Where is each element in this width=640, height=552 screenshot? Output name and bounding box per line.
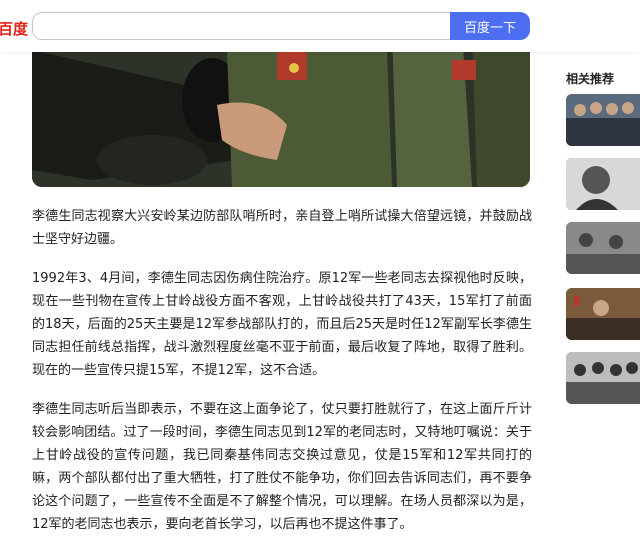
related-thumb[interactable]: [566, 158, 640, 210]
article-paragraph: 李德生同志视察大兴安岭某边防部队哨所时，亲自登上哨所试操大倍望远镜，并鼓励战士坚…: [32, 209, 532, 247]
baidu-logo[interactable]: 百度: [0, 18, 28, 39]
related-recommendations-title: 相关推荐: [566, 72, 615, 86]
article-paragraph: 1992年3、4月间，李德生同志因伤病住院治疗。原12军一些老同志去探视他时反映…: [32, 271, 532, 378]
related-thumb[interactable]: [566, 288, 640, 340]
search-button[interactable]: 百度一下: [450, 12, 530, 40]
search-input[interactable]: [32, 12, 450, 40]
related-thumb[interactable]: [566, 222, 640, 274]
related-thumb[interactable]: [566, 94, 640, 146]
top-search-bar: 百度 百度一下: [0, 0, 640, 52]
article-paragraph: 李德生同志听后当即表示，不要在这上面争论了，仗只要打胜就行了，在这上面斤斤计较会…: [32, 402, 532, 532]
article-photo: [32, 30, 530, 187]
related-thumb[interactable]: [566, 352, 640, 404]
article-body: 李德生同志视察大兴安岭某边防部队哨所时，亲自登上哨所试操大倍望远镜，并鼓励战士坚…: [32, 205, 532, 552]
